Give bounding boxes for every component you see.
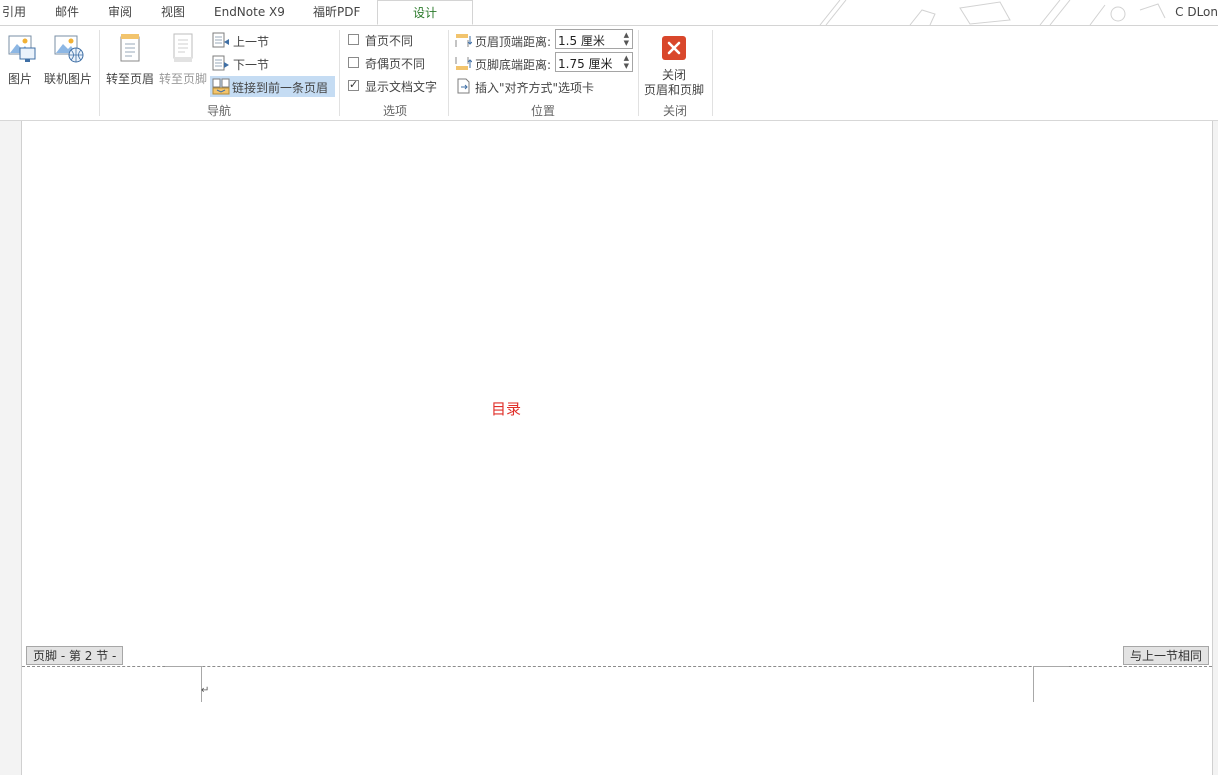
margin-corner-mark bbox=[1033, 666, 1069, 667]
close-header-footer-button[interactable]: 关闭 页眉和页脚 bbox=[642, 30, 708, 98]
previous-section-label: 上一节 bbox=[233, 35, 270, 49]
goto-footer-button[interactable]: 转至页脚 bbox=[157, 30, 209, 86]
margin-corner-mark bbox=[1033, 666, 1034, 702]
same-as-previous-tag: 与上一节相同 bbox=[1122, 646, 1209, 665]
header-from-top-spinner[interactable]: 1.5 厘米 ▲ ▼ bbox=[555, 29, 633, 49]
insert-alignment-tab-label: 插入"对齐方式"选项卡 bbox=[475, 81, 595, 95]
document-page[interactable]: 目录 页脚 - 第 2 节 - 与上一节相同 ↵ bbox=[21, 121, 1213, 775]
insert-alignment-tab-button[interactable]: 插入"对齐方式"选项卡 bbox=[455, 77, 605, 95]
goto-footer-icon bbox=[173, 33, 193, 62]
online-picture-button[interactable]: 联机图片 bbox=[42, 30, 94, 86]
position-group-label: 位置 bbox=[530, 104, 555, 118]
next-section-label: 下一节 bbox=[233, 58, 270, 72]
goto-header-button[interactable]: 转至页眉 bbox=[104, 30, 156, 86]
goto-header-icon bbox=[120, 34, 140, 62]
options-group-label: 选项 bbox=[382, 104, 407, 118]
different-odd-even-option[interactable]: 奇偶页不同 bbox=[346, 55, 441, 71]
online-picture-icon bbox=[54, 35, 84, 63]
group-separator bbox=[638, 30, 639, 116]
header-from-top-label: 页眉顶端距离: bbox=[475, 35, 552, 49]
spin-down-icon[interactable]: ▼ bbox=[624, 39, 629, 47]
group-separator bbox=[339, 30, 340, 116]
footer-from-bottom-icon bbox=[455, 57, 472, 70]
checkmark-icon: ✓ bbox=[349, 78, 359, 91]
spin-up-icon[interactable]: ▲ bbox=[624, 31, 629, 39]
insert-alignment-tab-icon bbox=[457, 78, 470, 94]
navigation-group-label: 导航 bbox=[206, 104, 231, 118]
margin-corner-mark bbox=[165, 666, 201, 667]
spin-up-icon[interactable]: ▲ bbox=[624, 54, 629, 62]
show-document-text-checkbox[interactable]: ✓ bbox=[348, 78, 359, 91]
footer-section-tag: 页脚 - 第 2 节 - bbox=[26, 646, 124, 665]
header-from-top-value: 1.5 厘米 bbox=[558, 34, 605, 48]
link-to-previous-label: 链接到前一条页眉 bbox=[232, 81, 329, 95]
ribbon-tab-bar: 引用 邮件 审阅 视图 EndNote X9 福昕PDF 设计 C DLon bbox=[0, 0, 1218, 26]
different-first-page-checkbox[interactable] bbox=[348, 34, 359, 45]
background-sketch-icon bbox=[819, 0, 1166, 25]
document-area[interactable]: 目录 页脚 - 第 2 节 - 与上一节相同 ↵ bbox=[0, 121, 1218, 775]
ribbon-design: 图片 联机图片 转至页眉 转至页脚 上一节 下一节 链接到前一条页眉 导航 首页… bbox=[0, 26, 1218, 121]
previous-section-icon bbox=[212, 32, 229, 48]
tab-review[interactable]: 审阅 bbox=[108, 0, 132, 25]
goto-header-label: 转至页眉 bbox=[106, 72, 155, 86]
tab-endnote[interactable]: EndNote X9 bbox=[214, 0, 285, 25]
close-icon bbox=[662, 36, 686, 60]
picture-button[interactable]: 图片 bbox=[4, 30, 40, 86]
footer-from-bottom-label: 页脚底端距离: bbox=[475, 58, 552, 72]
different-odd-even-checkbox[interactable] bbox=[348, 57, 359, 68]
next-section-icon bbox=[212, 55, 229, 71]
show-document-text-option[interactable]: ✓ 显示文档文字 bbox=[346, 78, 441, 94]
tab-foxit-pdf[interactable]: 福昕PDF bbox=[313, 0, 360, 25]
different-odd-even-label: 奇偶页不同 bbox=[365, 57, 426, 71]
next-section-button[interactable]: 下一节 bbox=[210, 54, 280, 73]
footer-from-bottom-value: 1.75 厘米 bbox=[558, 57, 613, 71]
paragraph-mark[interactable]: ↵ bbox=[201, 685, 209, 696]
link-to-previous-icon bbox=[212, 78, 230, 95]
goto-footer-label: 转至页脚 bbox=[159, 72, 208, 86]
different-first-page-label: 首页不同 bbox=[365, 34, 414, 48]
close-button-label-line2: 页眉和页脚 bbox=[644, 83, 705, 97]
previous-section-button[interactable]: 上一节 bbox=[210, 31, 280, 50]
online-picture-label: 联机图片 bbox=[44, 72, 93, 86]
group-separator bbox=[448, 30, 449, 116]
picture-label: 图片 bbox=[8, 72, 33, 86]
spin-down-icon[interactable]: ▼ bbox=[624, 62, 629, 70]
user-account-name[interactable]: C DLon bbox=[1175, 0, 1218, 25]
tab-mailings[interactable]: 邮件 bbox=[55, 0, 79, 25]
tab-references[interactable]: 引用 bbox=[2, 0, 26, 25]
group-separator bbox=[99, 30, 100, 116]
group-separator bbox=[712, 30, 713, 116]
different-first-page-option[interactable]: 首页不同 bbox=[346, 32, 441, 48]
toc-heading[interactable]: 目录 bbox=[491, 398, 521, 419]
footer-from-bottom-spinner[interactable]: 1.75 厘米 ▲ ▼ bbox=[555, 52, 633, 72]
header-from-top-icon bbox=[455, 34, 472, 47]
close-group-label: 关闭 bbox=[662, 104, 687, 118]
tab-view[interactable]: 视图 bbox=[161, 0, 185, 25]
picture-icon bbox=[8, 35, 36, 62]
tab-design[interactable]: 设计 bbox=[377, 0, 473, 25]
margin-corner-mark bbox=[201, 666, 202, 702]
show-document-text-label: 显示文档文字 bbox=[365, 80, 438, 94]
link-to-previous-button[interactable]: 链接到前一条页眉 bbox=[210, 76, 335, 97]
